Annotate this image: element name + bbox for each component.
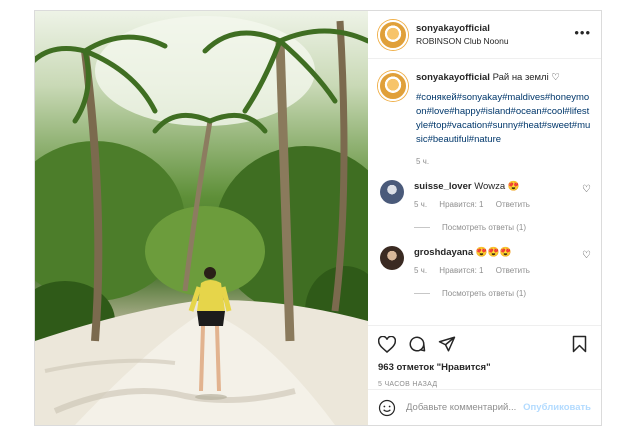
location-link[interactable]: ROBINSON Club Noonu <box>416 36 509 46</box>
comment-likes[interactable]: Нравится: 1 <box>439 266 483 275</box>
comments-section: sonyakayofficial Рай на землі ♡ #сонякей… <box>368 59 601 325</box>
reply-button[interactable]: Ответить <box>496 266 530 275</box>
emoji-icon[interactable] <box>378 399 396 417</box>
caption-time[interactable]: 5 ч. <box>416 157 591 166</box>
divider <box>414 227 430 228</box>
comment-username[interactable]: suisse_lover <box>414 181 472 192</box>
comment-like-heart-icon[interactable]: ♡ <box>582 250 591 261</box>
publish-button[interactable]: Опубликовать <box>523 402 591 413</box>
caption-hashtags[interactable]: #сонякей#sonyakay#maldives#honeymoon#lov… <box>416 91 591 147</box>
avatar[interactable] <box>380 246 404 270</box>
palm-beach-illustration <box>35 16 368 425</box>
post-header: sonyakayofficial ROBINSON Club Noonu ••• <box>368 11 601 59</box>
comment-text: Wowza 😍 <box>474 181 520 192</box>
avatar[interactable] <box>378 19 408 50</box>
likes-count[interactable]: 963 отметок "Нравится" <box>378 362 591 373</box>
share-icon[interactable] <box>438 335 456 353</box>
comment-like-heart-icon[interactable]: ♡ <box>582 184 591 195</box>
comment-username[interactable]: groshdayana <box>414 247 473 258</box>
reply-button[interactable]: Ответить <box>496 200 530 209</box>
comment-input[interactable] <box>406 402 516 413</box>
actions-section: 963 отметок "Нравится" 5 ЧАСОВ НАЗАД <box>368 325 601 389</box>
post-timestamp[interactable]: 5 ЧАСОВ НАЗАД <box>378 381 591 388</box>
heart-icon[interactable] <box>378 335 396 353</box>
comment-time[interactable]: 5 ч. <box>414 266 427 275</box>
bookmark-icon[interactable] <box>572 335 587 353</box>
post-photo[interactable] <box>35 11 368 425</box>
caption-username[interactable]: sonyakayofficial <box>416 72 490 83</box>
instagram-post: sonyakayofficial ROBINSON Club Noonu •••… <box>34 10 602 426</box>
action-bar <box>378 334 591 354</box>
comment-likes[interactable]: Нравится: 1 <box>439 200 483 209</box>
caption: sonyakayofficial Рай на землі ♡ #сонякей… <box>378 71 591 166</box>
divider <box>414 293 430 294</box>
view-replies-label: Посмотреть ответы (1) <box>442 223 527 232</box>
view-replies-button[interactable]: Посмотреть ответы (1) <box>414 223 591 232</box>
add-comment-bar: Опубликовать <box>368 389 601 425</box>
comment-icon[interactable] <box>408 335 426 353</box>
view-replies-button[interactable]: Посмотреть ответы (1) <box>414 289 591 298</box>
avatar[interactable] <box>378 71 408 101</box>
comment-row: suisse_lover Wowza 😍 5 ч. Нравится: 1 От… <box>378 180 591 209</box>
avatar[interactable] <box>380 180 404 204</box>
header-username[interactable]: sonyakayofficial <box>416 23 509 34</box>
comment-row: groshdayana 😍😍😍 5 ч. Нравится: 1 Ответит… <box>378 246 591 275</box>
caption-text: Рай на землі ♡ <box>492 72 560 83</box>
comment-text: 😍😍😍 <box>475 247 512 258</box>
more-icon[interactable]: ••• <box>574 26 591 39</box>
view-replies-label: Посмотреть ответы (1) <box>442 289 527 298</box>
comment-time[interactable]: 5 ч. <box>414 200 427 209</box>
post-sidebar: sonyakayofficial ROBINSON Club Noonu •••… <box>368 11 601 425</box>
